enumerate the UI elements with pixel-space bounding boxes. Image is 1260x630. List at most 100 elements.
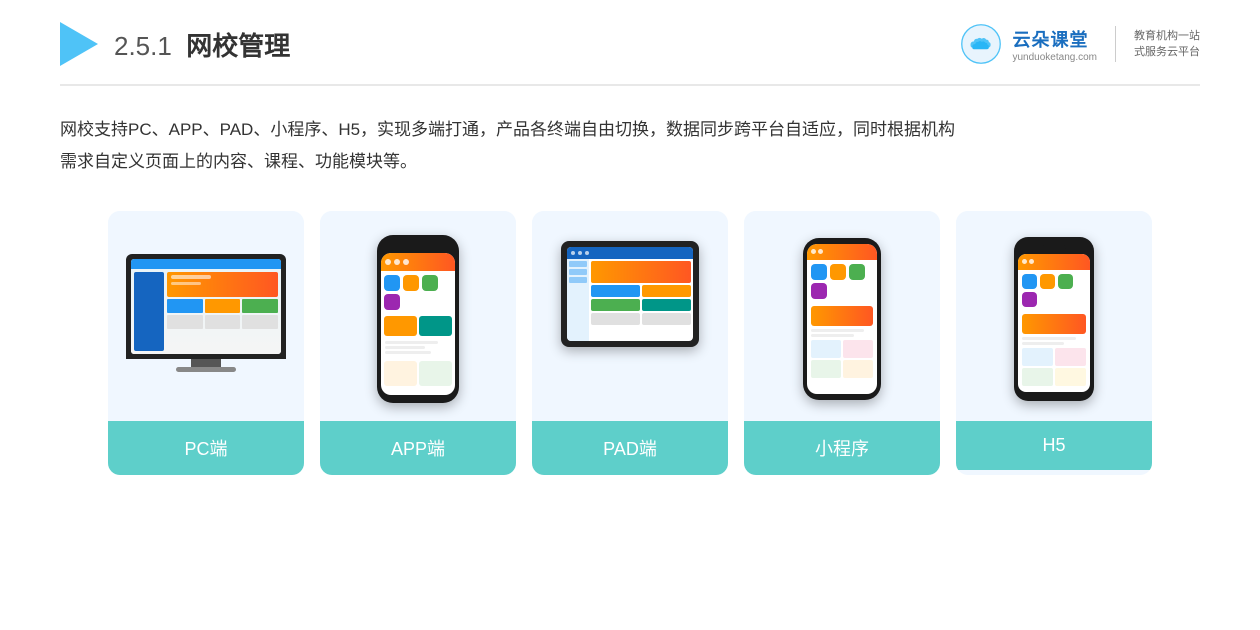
app-icon1	[384, 275, 400, 291]
logo-text-block: 云朵课堂 yunduoketang.com	[1012, 26, 1097, 63]
h5-card1	[1022, 348, 1053, 366]
app-icon3	[422, 275, 438, 291]
h5-line1	[1022, 337, 1076, 340]
tablet-content	[567, 259, 693, 341]
h5-icon2	[1040, 274, 1055, 289]
page-header: 2.5.1 网校管理 云朵课堂 yunduoketang.com 教育机构一站 …	[60, 0, 1200, 86]
pc-row1	[167, 299, 278, 313]
app-text-lines	[381, 338, 455, 359]
app-screen-dot2	[394, 259, 400, 265]
section-number: 2.5.1	[114, 31, 172, 61]
app-icon4	[384, 294, 400, 310]
pc-screen-content	[131, 259, 281, 354]
h5-icon3	[1058, 274, 1073, 289]
app-screen-top	[381, 253, 455, 271]
app-text-line2	[385, 346, 425, 349]
h5-banner	[1022, 314, 1086, 334]
pc-device-mockup	[126, 254, 286, 384]
h5-icon4	[1022, 292, 1037, 307]
card-pc-image	[108, 211, 304, 421]
pc-card-gray2	[205, 315, 241, 329]
miniprogram-top-bar	[807, 244, 877, 260]
pc-banner-text2	[171, 282, 201, 285]
pc-screen-outer	[126, 254, 286, 359]
h5-line2	[1022, 342, 1064, 345]
h5-phone-notch	[1042, 245, 1066, 250]
card-pad: PAD端	[532, 211, 728, 475]
miniprogram-icon4	[811, 283, 827, 299]
logo-url: yunduoketang.com	[1012, 52, 1097, 63]
h5-phone-mockup	[1014, 237, 1094, 401]
pc-banner	[167, 272, 278, 297]
card-app-label: APP端	[320, 421, 516, 475]
pc-stand	[191, 359, 221, 367]
h5-card4	[1055, 368, 1086, 386]
header-left: 2.5.1 网校管理	[60, 22, 290, 66]
card-h5-image	[956, 211, 1152, 421]
tablet-sidebar-item1	[569, 261, 587, 267]
h5-top-bar	[1018, 254, 1090, 270]
logo-area: 云朵课堂 yunduoketang.com 教育机构一站 式服务云平台	[960, 23, 1200, 65]
h5-card2	[1055, 348, 1086, 366]
miniprogram-icons	[807, 260, 877, 303]
pc-nav-bar	[131, 259, 281, 269]
miniprogram-icon2	[830, 264, 846, 280]
tablet-nav	[567, 247, 693, 259]
tablet-sidebar-item2	[569, 269, 587, 275]
description-line2: 需求自定义页面上的内容、课程、功能模块等。	[60, 146, 1200, 178]
phone-notch	[404, 243, 432, 249]
card-app-image	[320, 211, 516, 421]
app-screen-dot3	[403, 259, 409, 265]
pc-card-gray1	[167, 315, 203, 329]
cloud-logo-icon	[960, 23, 1002, 65]
logo-name: 云朵课堂	[1012, 26, 1088, 52]
card-h5-label: H5	[956, 421, 1152, 470]
card-app: APP端	[320, 211, 516, 475]
tablet-main	[589, 259, 693, 341]
h5-phone-screen	[1018, 254, 1090, 392]
miniprogram-card3	[811, 360, 841, 378]
tablet-grid-item6	[642, 313, 691, 325]
page-title: 2.5.1 网校管理	[114, 26, 290, 63]
miniprogram-row2	[811, 360, 873, 378]
tablet-grid-item1	[591, 285, 640, 297]
app-text-line3	[385, 351, 431, 354]
pc-card-blue	[167, 299, 203, 313]
miniprogram-card1	[811, 340, 841, 358]
tablet-grid-item4	[642, 299, 691, 311]
miniprogram-banner	[811, 306, 873, 326]
tablet-sidebar-item3	[569, 277, 587, 283]
tablet-mockup	[561, 241, 699, 347]
pc-screen-inner	[131, 259, 281, 354]
h5-card3	[1022, 368, 1053, 386]
card-miniprogram-image	[744, 211, 940, 421]
h5-dot2	[1029, 259, 1034, 264]
app-screen-dot1	[385, 259, 391, 265]
app-content1	[384, 316, 417, 336]
pc-card-gray3	[242, 315, 278, 329]
tablet-grid-item2	[642, 285, 691, 297]
h5-row1	[1022, 348, 1086, 366]
h5-dot1	[1022, 259, 1027, 264]
app-content2	[419, 316, 452, 336]
miniprogram-dot1	[811, 249, 816, 254]
miniprogram-line1	[811, 329, 864, 332]
miniprogram-phone-mockup	[803, 238, 881, 400]
description-block: 网校支持PC、APP、PAD、小程序、H5，实现多端打通，产品各终端自由切换，数…	[60, 114, 1200, 179]
tablet-dot3	[585, 251, 589, 255]
app-content-row2	[381, 359, 455, 388]
pc-row2	[167, 315, 278, 329]
logo-slogan: 教育机构一站 式服务云平台	[1134, 28, 1200, 61]
app-content4	[419, 361, 452, 386]
tablet-grid	[591, 285, 691, 325]
logo-triangle-icon	[60, 22, 98, 66]
miniprogram-card4	[843, 360, 873, 378]
app-phone-screen	[381, 253, 455, 395]
description-line1: 网校支持PC、APP、PAD、小程序、H5，实现多端打通，产品各终端自由切换，数…	[60, 114, 1200, 146]
tablet-grid-item5	[591, 313, 640, 325]
title-text: 网校管理	[186, 31, 290, 61]
card-h5: H5	[956, 211, 1152, 475]
pc-banner-text1	[171, 275, 211, 279]
pc-base	[176, 367, 236, 372]
miniprogram-row1	[811, 340, 873, 358]
